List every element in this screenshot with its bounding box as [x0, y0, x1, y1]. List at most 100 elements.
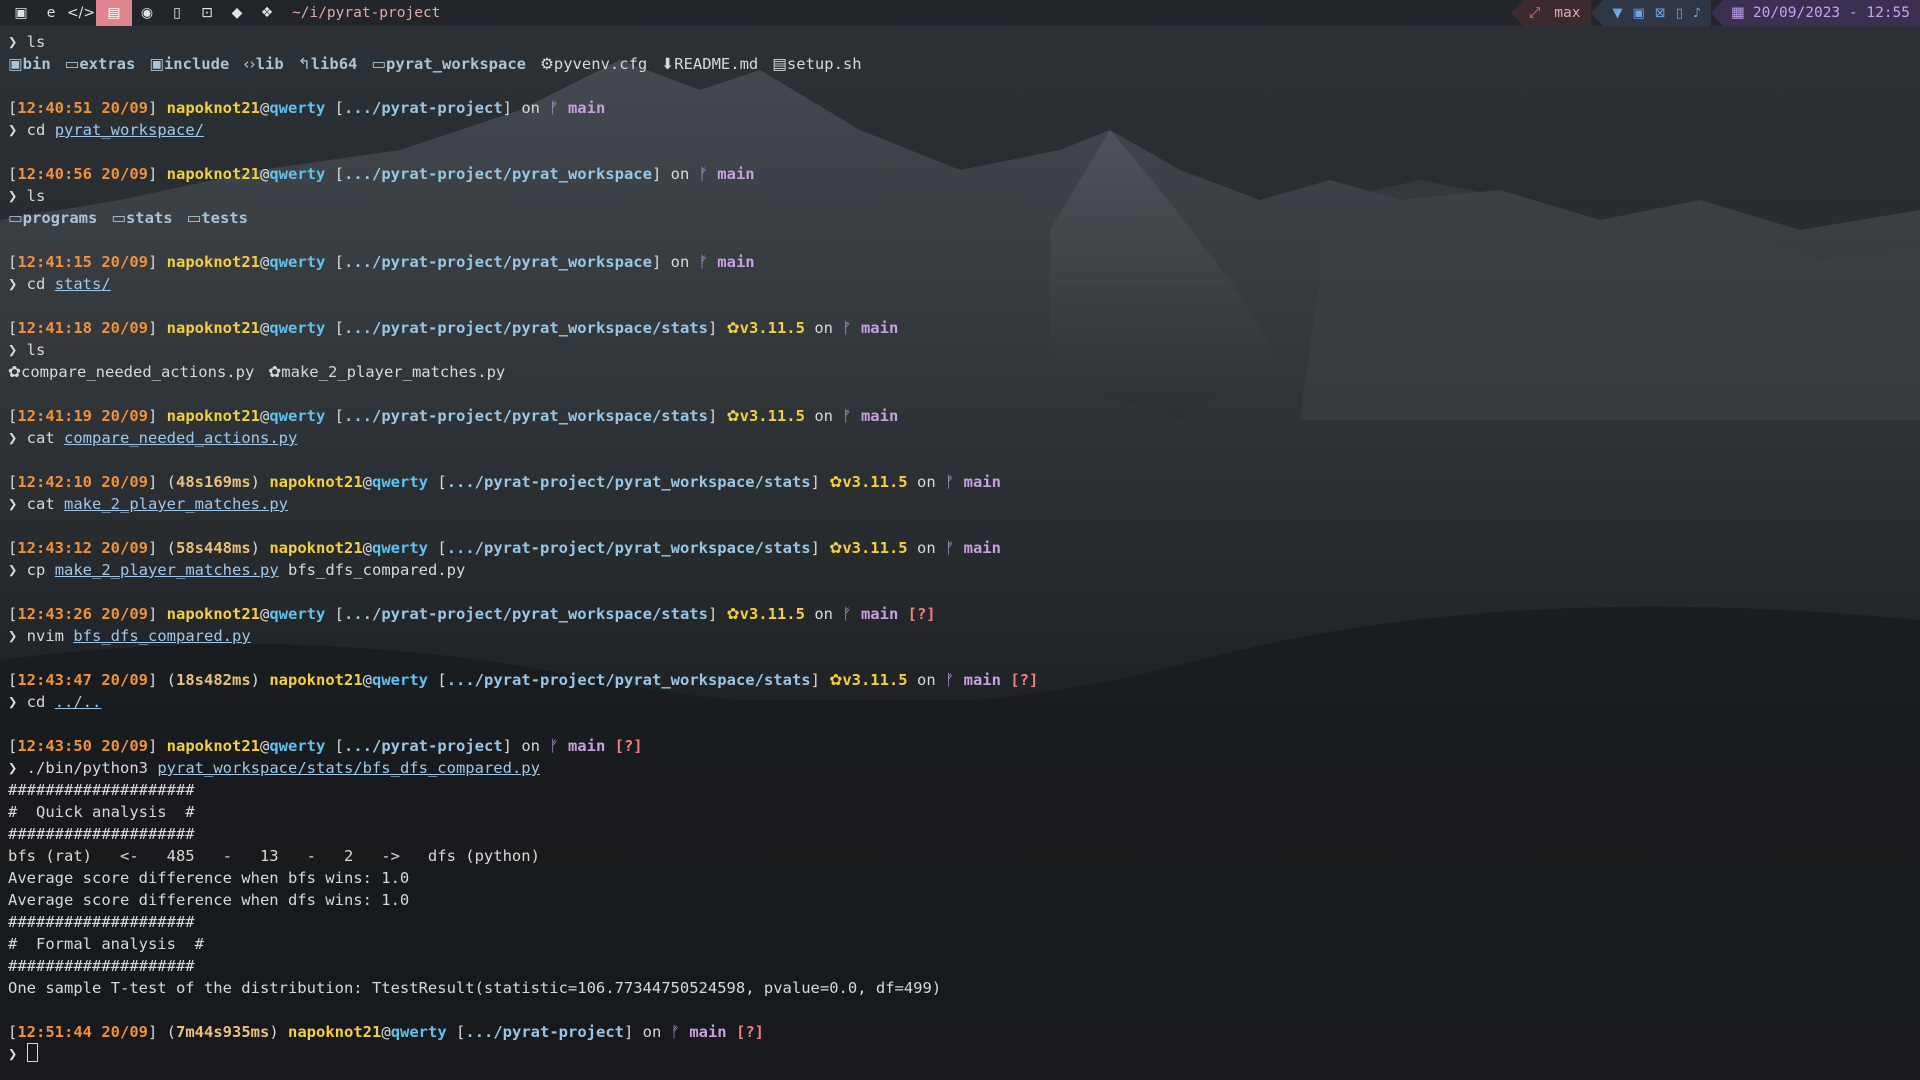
system-tray: ▼ ▣ ⊠ ▯ ♪ [1602, 0, 1712, 26]
command-line: ❯ ls [8, 33, 46, 51]
bracket: [ [8, 319, 18, 337]
prompt-time: 12:43:26 20/09 [17, 605, 148, 623]
command-name: cat [26, 495, 55, 513]
volume-icon[interactable]: ♪ [1693, 6, 1701, 21]
prompt-path: .../pyrat-project/pyrat_workspace/stats [446, 539, 811, 557]
bracket: ] [148, 473, 167, 491]
command-line: ❯ nvim bfs_dfs_compared.py [8, 625, 1908, 647]
ls-entry[interactable]: ▣bin [8, 55, 51, 73]
bracket: [ [325, 407, 345, 425]
prompt-branch: main [954, 539, 1001, 557]
command-arg: bfs_dfs_compared.py [288, 561, 466, 579]
ls-entry[interactable]: ⬇README.md [661, 55, 758, 73]
wifi-icon[interactable]: ▼ [1613, 6, 1623, 21]
prompt-path: .../pyrat-project/pyrat_workspace/stats [344, 319, 708, 337]
bracket: ] [148, 165, 167, 183]
folder-link-icon: ↰ [297, 55, 311, 73]
bracket: [ [325, 737, 345, 755]
network-icon[interactable]: ⊠ [1655, 6, 1666, 21]
ls-entry[interactable]: ▭programs [8, 209, 97, 227]
prompt-on: on [670, 165, 699, 183]
bluetooth-icon[interactable]: ▣ [1633, 6, 1645, 21]
prompt-chevron: ❯ [8, 495, 27, 513]
program-output-line: # Quick analysis # [8, 803, 195, 821]
prompt-time: 12:41:19 20/09 [17, 407, 148, 425]
bracket: ) [250, 671, 270, 689]
prompt-path: .../pyrat-project/pyrat_workspace [344, 253, 652, 271]
bracket: ] [148, 99, 167, 117]
command-name: cd [26, 275, 46, 293]
code-editor-icon[interactable]: </> [66, 0, 96, 26]
ls-entry[interactable]: ✿make_2_player_matches.py [268, 363, 505, 381]
at-sign: @ [362, 473, 373, 491]
bracket: [ [8, 671, 18, 689]
music-icon[interactable]: ◉ [132, 0, 162, 26]
lock-icon[interactable]: ⊡ [192, 0, 222, 26]
prompt-path: .../pyrat-project [344, 99, 503, 117]
bracket: ) [269, 1023, 289, 1041]
git-branch-icon: ᚠ [549, 99, 559, 117]
prompt-time: 12:42:10 20/09 [17, 473, 148, 491]
bracket: ] [810, 671, 830, 689]
prompt-line: [12:43:12 20/09] (58s448ms) napoknot21@q… [8, 537, 1908, 559]
folder-bin-icon: ▣ [149, 55, 164, 73]
ls-entry[interactable]: ▭extras [65, 55, 136, 73]
bracket: [ [325, 165, 345, 183]
ls-entry[interactable]: ‹›lib [243, 55, 283, 73]
layout-indicator[interactable]: ⤢ max [1522, 0, 1591, 26]
prompt-host: qwerty [269, 407, 326, 425]
browser-icon[interactable]: e [36, 0, 66, 26]
dropbox-icon[interactable]: ❖ [252, 0, 282, 26]
ls-entry[interactable]: ▭pyrat_workspace [371, 55, 526, 73]
command-name: ./bin/python3 [26, 759, 148, 777]
ls-entry[interactable]: ✿compare_needed_actions.py [8, 363, 254, 381]
prompt-line: [12:42:10 20/09] (48s169ms) napoknot21@q… [8, 471, 1908, 493]
calendar-icon: ▦ [1731, 5, 1745, 21]
prompt-time: 12:41:18 20/09 [17, 319, 148, 337]
battery-icon[interactable]: ▯ [1676, 6, 1683, 21]
ls-entry[interactable]: ↰lib64 [298, 55, 358, 73]
git-branch-icon: ᚠ [842, 605, 852, 623]
gear-icon: ⚙ [540, 55, 554, 73]
command-arg: bfs_dfs_compared.py [73, 627, 251, 645]
ls-entry[interactable]: ▤setup.sh [772, 55, 861, 73]
bracket: ] [707, 605, 727, 623]
program-output-line: #################### [8, 781, 195, 799]
game-icon[interactable]: ◆ [222, 0, 252, 26]
powerline-separator [1510, 0, 1523, 26]
terminal-output[interactable]: ❯ ls ▣bin ▭extras ▣include ‹›lib ↰lib64 ▭pyra… [8, 31, 1908, 1065]
ls-entry[interactable]: ⚙pyvenv.cfg [540, 55, 647, 73]
ls-entry[interactable]: ▭stats [111, 209, 172, 227]
bracket: [ [325, 99, 345, 117]
git-branch-icon: ᚠ [944, 473, 955, 491]
command-arg: ../.. [54, 693, 102, 711]
ls-entry[interactable]: ▣include [149, 55, 229, 73]
ls-output: ▣bin ▭extras ▣include ‹›lib ↰lib64 ▭pyrat_wor… [8, 53, 1908, 75]
prompt-user: napoknot21 [166, 605, 260, 623]
datetime-label: 20/09/2023 - 12:55 [1752, 5, 1910, 21]
prompt-time: 12:43:12 20/09 [17, 539, 148, 557]
prompt-host: qwerty [269, 737, 326, 755]
prompt-user: napoknot21 [166, 99, 260, 117]
prompt-line: [12:43:26 20/09] napoknot21@qwerty [.../… [8, 603, 1908, 625]
at-sign: @ [260, 99, 270, 117]
ls-entry[interactable]: ▭tests [187, 209, 248, 227]
prompt-line: [12:41:19 20/09] napoknot21@qwerty [.../… [8, 405, 1908, 427]
prompt-user: napoknot21 [166, 407, 260, 425]
prompt-chevron: ❯ [8, 1045, 27, 1063]
bracket: ] [148, 737, 167, 755]
bracket: [ [8, 165, 18, 183]
clock[interactable]: ▦ 20/09/2023 - 12:55 [1723, 0, 1920, 26]
ls-entry-name: compare_needed_actions.py [21, 363, 255, 381]
terminal-workspace-icon[interactable]: ▤ [96, 0, 132, 26]
at-sign: @ [260, 165, 270, 183]
document-icon[interactable]: ▯ [162, 0, 192, 26]
prompt-python-version: v3.11.5 [842, 671, 908, 689]
workspace-icon[interactable]: ▣ [6, 0, 36, 26]
